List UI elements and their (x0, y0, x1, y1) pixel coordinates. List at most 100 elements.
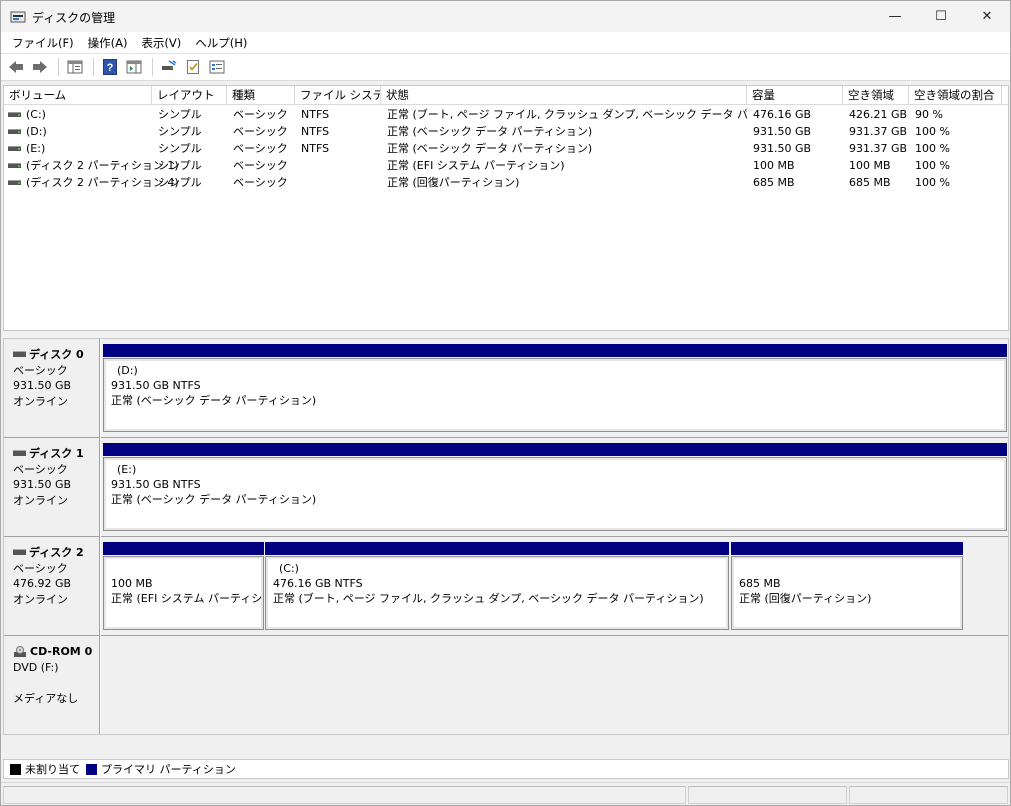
volume-type: ベーシック (233, 176, 288, 189)
column-header-percent-free[interactable]: 空き領域の割合 (909, 86, 1002, 105)
partition-status: 正常 (EFI システム パーティション) (111, 592, 263, 605)
volume-status: 正常 (回復パーティション) (387, 176, 520, 189)
volume-status: 正常 (EFI システム パーティション) (387, 159, 565, 172)
volume-file-system: NTFS (301, 108, 330, 121)
partition[interactable]: 685 MB 正常 (回復パーティション) (731, 542, 963, 631)
volume-row[interactable]: (E:) シンプル ベーシック NTFS 正常 (ベーシック データ パーティシ… (4, 140, 1008, 157)
volume-capacity: 931.50 GB (753, 125, 812, 138)
partition-size-fs: 685 MB (739, 577, 781, 590)
check-button[interactable] (182, 56, 204, 78)
partition-status: 正常 (ベーシック データ パーティション) (111, 493, 317, 506)
partition-box: (C:) 476.16 GB NTFS 正常 (ブート, ページ ファイル, ク… (265, 556, 729, 630)
disk-name: ディスク 1 (29, 447, 84, 460)
volume-percent-free: 100 % (915, 142, 950, 155)
disk-drive-icon (13, 548, 26, 555)
column-header-volume[interactable]: ボリューム (4, 86, 152, 105)
column-header-layout[interactable]: レイアウト (152, 86, 227, 105)
window-title: ディスクの管理 (32, 11, 116, 25)
disk-state: メディアなし (13, 691, 79, 705)
volume-percent-free: 90 % (915, 108, 943, 121)
disk-type: ベーシック (13, 561, 68, 575)
disk-partitions-area: (E:) 931.50 GB NTFS 正常 (ベーシック データ パーティショ… (101, 438, 1008, 537)
show-hide-action-pane-button[interactable] (123, 56, 145, 78)
volume-free-space: 100 MB (849, 159, 891, 172)
toolbar-separator (58, 58, 59, 76)
volume-capacity: 476.16 GB (753, 108, 812, 121)
forward-arrow-icon (33, 61, 47, 73)
minimize-button[interactable]: — (872, 1, 918, 32)
toolbar-separator (93, 58, 94, 76)
toolbar-separator (152, 58, 153, 76)
partition[interactable]: (E:) 931.50 GB NTFS 正常 (ベーシック データ パーティショ… (103, 443, 1007, 532)
column-header-type[interactable]: 種類 (227, 86, 295, 105)
disk-management-app-icon (10, 11, 26, 23)
disk-info-panel[interactable]: ディスク 2 ベーシック 476.92 GB オンライン (4, 537, 100, 636)
volume-name: (ディスク 2 パーティション 1) (26, 159, 179, 172)
disk-type: ベーシック (13, 462, 68, 476)
volume-name: (ディスク 2 パーティション 4) (26, 176, 179, 189)
help-button[interactable]: ? (99, 56, 121, 78)
disk-row: ディスク 1 ベーシック 931.50 GB オンライン (E:) 931.50… (4, 438, 1008, 537)
volume-list-header: ボリューム レイアウト 種類 ファイル システム 状態 容量 空き領域 空き領域… (4, 86, 1008, 105)
menu-file[interactable]: ファイル(F) (5, 32, 81, 54)
disk-info-panel[interactable]: ディスク 1 ベーシック 931.50 GB オンライン (4, 438, 100, 537)
status-bar (1, 782, 1010, 805)
column-header-free-space[interactable]: 空き領域 (843, 86, 909, 105)
partition-box: 100 MB 正常 (EFI システム パーティション) (103, 556, 264, 630)
volume-row[interactable]: (C:) シンプル ベーシック NTFS 正常 (ブート, ページ ファイル, … (4, 106, 1008, 123)
primary-partition-bar (103, 443, 1007, 456)
toolbar: ? (1, 54, 1010, 81)
disk-size: 931.50 GB (13, 379, 72, 392)
menu-view[interactable]: 表示(V) (134, 32, 188, 54)
close-button[interactable]: ✕ (964, 1, 1010, 32)
menu-bar: ファイル(F) 操作(A) 表示(V) ヘルプ(H) (1, 32, 1010, 54)
volume-row[interactable]: (ディスク 2 パーティション 4) シンプル ベーシック 正常 (回復パーティ… (4, 174, 1008, 191)
volume-file-system: NTFS (301, 125, 330, 138)
legend: 未割り当て プライマリ パーティション (3, 759, 1009, 779)
disk-graphical-view: ディスク 0 ベーシック 931.50 GB オンライン (D:) 931.50… (3, 338, 1009, 735)
partition-status: 正常 (回復パーティション) (739, 592, 872, 605)
volume-percent-free: 100 % (915, 176, 950, 189)
menu-action[interactable]: 操作(A) (81, 32, 135, 54)
partition-size-fs: 100 MB (111, 577, 153, 590)
volume-layout: シンプル (158, 159, 202, 172)
column-header-capacity[interactable]: 容量 (747, 86, 843, 105)
back-arrow-icon (9, 61, 23, 73)
column-header-status[interactable]: 状態 (381, 86, 747, 105)
partition[interactable]: (C:) 476.16 GB NTFS 正常 (ブート, ページ ファイル, ク… (265, 542, 729, 631)
volume-layout: シンプル (158, 125, 202, 138)
volume-type: ベーシック (233, 108, 288, 121)
partition-size-fs: 476.16 GB NTFS (273, 577, 363, 590)
volume-row[interactable]: (D:) シンプル ベーシック NTFS 正常 (ベーシック データ パーティシ… (4, 123, 1008, 140)
partition-label: (C:) (279, 562, 299, 575)
volume-status: 正常 (ベーシック データ パーティション) (387, 142, 593, 155)
volume-capacity: 685 MB (753, 176, 795, 189)
partition-size-fs: 931.50 GB NTFS (111, 478, 201, 491)
disk-partitions-area: 100 MB 正常 (EFI システム パーティション) (C:) 476.16… (101, 537, 1008, 636)
disk-info-panel[interactable]: ディスク 0 ベーシック 931.50 GB オンライン (4, 339, 100, 438)
disk-size: 476.92 GB (13, 577, 72, 590)
partition[interactable]: (D:) 931.50 GB NTFS 正常 (ベーシック データ パーティショ… (103, 344, 1007, 433)
checklist-icon (187, 60, 199, 74)
volume-percent-free: 100 % (915, 125, 950, 138)
properties-button[interactable] (206, 56, 228, 78)
volume-type: ベーシック (233, 125, 288, 138)
disk-management-window: ディスクの管理 — ☐ ✕ ファイル(F) 操作(A) 表示(V) ヘルプ(H)… (0, 0, 1011, 806)
primary-partition-bar (103, 344, 1007, 357)
disk-name: CD-ROM 0 (30, 645, 93, 658)
back-button[interactable] (5, 56, 27, 78)
forward-button[interactable] (29, 56, 51, 78)
volume-row[interactable]: (ディスク 2 パーティション 1) シンプル ベーシック 正常 (EFI シス… (4, 157, 1008, 174)
column-header-file-system[interactable]: ファイル システム (295, 86, 381, 105)
show-hide-console-tree-button[interactable] (64, 56, 86, 78)
volume-status: 正常 (ブート, ページ ファイル, クラッシュ ダンプ, ベーシック データ … (387, 108, 747, 121)
disk-info-panel[interactable]: CD-ROM 0 DVD (F:) メディアなし (4, 636, 100, 734)
menu-help[interactable]: ヘルプ(H) (188, 32, 254, 54)
disk-size (13, 675, 99, 691)
legend-item-unallocated: 未割り当て (10, 761, 80, 777)
close-icon: ✕ (981, 9, 993, 24)
partition-status: 正常 (ブート, ページ ファイル, クラッシュ ダンプ, ベーシック データ … (273, 592, 704, 605)
maximize-button[interactable]: ☐ (918, 1, 964, 32)
connect-virtual-disk-button[interactable] (158, 56, 180, 78)
partition[interactable]: 100 MB 正常 (EFI システム パーティション) (103, 542, 264, 631)
